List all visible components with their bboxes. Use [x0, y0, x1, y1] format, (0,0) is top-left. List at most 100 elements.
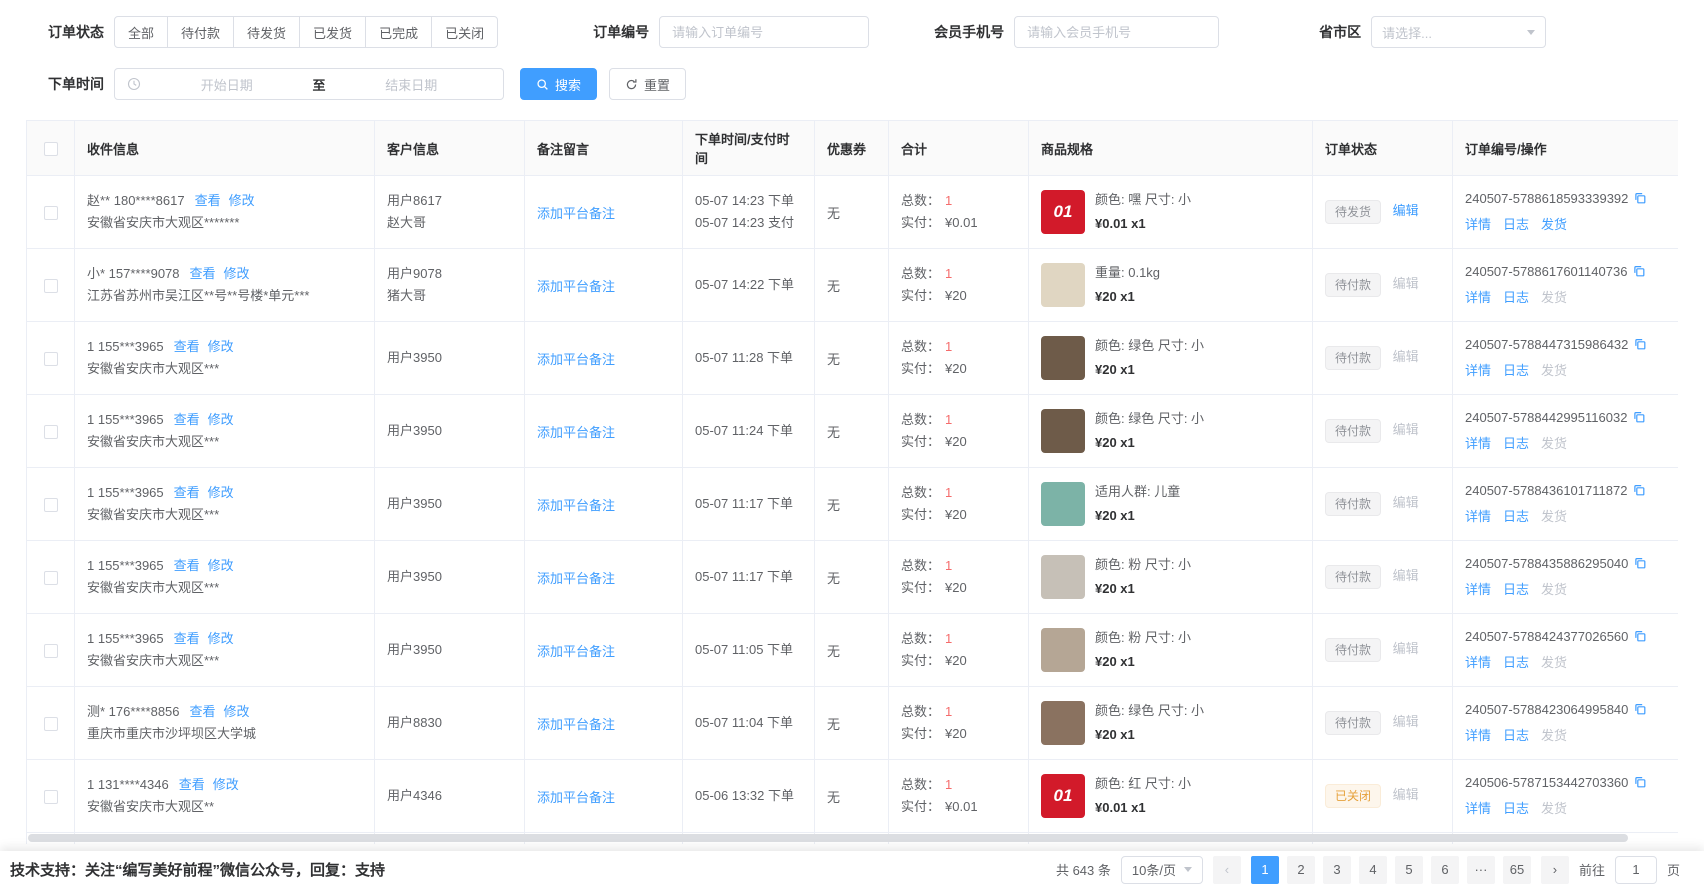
row-checkbox[interactable]	[44, 790, 58, 804]
row-checkbox[interactable]	[44, 279, 58, 293]
copy-icon[interactable]	[1633, 628, 1647, 650]
goto-page-input[interactable]	[1615, 856, 1657, 884]
modify-recipient-link[interactable]: 修改	[208, 485, 234, 500]
row-checkbox[interactable]	[44, 644, 58, 658]
row-checkbox[interactable]	[44, 571, 58, 585]
order-detail-link[interactable]: 详情	[1465, 363, 1491, 378]
copy-icon[interactable]	[1633, 190, 1647, 212]
page-button-1[interactable]: 1	[1251, 856, 1279, 884]
status-filter-button-3[interactable]: 已发货	[299, 16, 366, 48]
modify-recipient-link[interactable]: 修改	[208, 412, 234, 427]
page-button-5[interactable]: 5	[1395, 856, 1423, 884]
modify-recipient-link[interactable]: 修改	[208, 631, 234, 646]
order-detail-link[interactable]: 详情	[1465, 436, 1491, 451]
edit-order-link[interactable]: 编辑	[1393, 276, 1419, 291]
add-platform-note-link[interactable]: 添加平台备注	[537, 498, 615, 513]
edit-order-link[interactable]: 编辑	[1393, 714, 1419, 729]
order-detail-link[interactable]: 详情	[1465, 655, 1491, 670]
status-filter-button-0[interactable]: 全部	[114, 16, 168, 48]
order-log-link[interactable]: 日志	[1503, 363, 1529, 378]
row-checkbox[interactable]	[44, 425, 58, 439]
add-platform-note-link[interactable]: 添加平台备注	[537, 425, 615, 440]
view-recipient-link[interactable]: 查看	[174, 412, 200, 427]
add-platform-note-link[interactable]: 添加平台备注	[537, 571, 615, 586]
order-detail-link[interactable]: 详情	[1465, 728, 1491, 743]
modify-recipient-link[interactable]: 修改	[224, 704, 250, 719]
page-button-2[interactable]: 2	[1287, 856, 1315, 884]
ship-link[interactable]: 发货	[1541, 509, 1567, 524]
order-log-link[interactable]: 日志	[1503, 290, 1529, 305]
modify-recipient-link[interactable]: 修改	[213, 777, 239, 792]
order-log-link[interactable]: 日志	[1503, 217, 1529, 232]
order-detail-link[interactable]: 详情	[1465, 290, 1491, 305]
add-platform-note-link[interactable]: 添加平台备注	[537, 352, 615, 367]
edit-order-link[interactable]: 编辑	[1393, 422, 1419, 437]
ship-link[interactable]: 发货	[1541, 582, 1567, 597]
status-filter-button-2[interactable]: 待发货	[233, 16, 300, 48]
order-detail-link[interactable]: 详情	[1465, 801, 1491, 816]
add-platform-note-link[interactable]: 添加平台备注	[537, 279, 615, 294]
edit-order-link[interactable]: 编辑	[1393, 787, 1419, 802]
page-button-3[interactable]: 3	[1323, 856, 1351, 884]
status-filter-button-4[interactable]: 已完成	[365, 16, 432, 48]
search-button[interactable]: 搜索	[520, 68, 597, 100]
reset-button[interactable]: 重置	[609, 68, 686, 100]
modify-recipient-link[interactable]: 修改	[224, 266, 250, 281]
status-filter-button-1[interactable]: 待付款	[167, 16, 234, 48]
copy-icon[interactable]	[1633, 555, 1647, 577]
order-no-input[interactable]	[659, 16, 869, 48]
page-size-select[interactable]: 10条/页	[1121, 856, 1203, 884]
modify-recipient-link[interactable]: 修改	[208, 339, 234, 354]
view-recipient-link[interactable]: 查看	[174, 558, 200, 573]
prev-page-button[interactable]: ‹	[1213, 856, 1241, 884]
order-detail-link[interactable]: 详情	[1465, 217, 1491, 232]
page-button-6[interactable]: 6	[1431, 856, 1459, 884]
ship-link[interactable]: 发货	[1541, 363, 1567, 378]
select-all-checkbox[interactable]	[44, 142, 58, 156]
ship-link[interactable]: 发货	[1541, 290, 1567, 305]
view-recipient-link[interactable]: 查看	[190, 266, 216, 281]
modify-recipient-link[interactable]: 修改	[229, 193, 255, 208]
copy-icon[interactable]	[1633, 336, 1647, 358]
order-log-link[interactable]: 日志	[1503, 728, 1529, 743]
row-checkbox[interactable]	[44, 206, 58, 220]
order-log-link[interactable]: 日志	[1503, 801, 1529, 816]
ship-link[interactable]: 发货	[1541, 655, 1567, 670]
edit-order-link[interactable]: 编辑	[1393, 203, 1419, 218]
copy-icon[interactable]	[1632, 482, 1646, 504]
copy-icon[interactable]	[1632, 409, 1646, 431]
add-platform-note-link[interactable]: 添加平台备注	[537, 206, 615, 221]
order-log-link[interactable]: 日志	[1503, 655, 1529, 670]
next-page-button[interactable]: ›	[1541, 856, 1569, 884]
ship-link[interactable]: 发货	[1541, 728, 1567, 743]
order-detail-link[interactable]: 详情	[1465, 582, 1491, 597]
order-log-link[interactable]: 日志	[1503, 436, 1529, 451]
modify-recipient-link[interactable]: 修改	[208, 558, 234, 573]
copy-icon[interactable]	[1633, 701, 1647, 723]
ship-link[interactable]: 发货	[1541, 801, 1567, 816]
copy-icon[interactable]	[1632, 263, 1646, 285]
row-checkbox[interactable]	[44, 498, 58, 512]
more-pages-button[interactable]: ···	[1467, 856, 1495, 884]
view-recipient-link[interactable]: 查看	[174, 631, 200, 646]
region-select[interactable]: 请选择...	[1371, 16, 1546, 48]
edit-order-link[interactable]: 编辑	[1393, 349, 1419, 364]
row-checkbox[interactable]	[44, 717, 58, 731]
status-filter-button-5[interactable]: 已关闭	[431, 16, 498, 48]
order-log-link[interactable]: 日志	[1503, 582, 1529, 597]
page-button-4[interactable]: 4	[1359, 856, 1387, 884]
add-platform-note-link[interactable]: 添加平台备注	[537, 644, 615, 659]
add-platform-note-link[interactable]: 添加平台备注	[537, 790, 615, 805]
edit-order-link[interactable]: 编辑	[1393, 641, 1419, 656]
view-recipient-link[interactable]: 查看	[174, 485, 200, 500]
order-detail-link[interactable]: 详情	[1465, 509, 1491, 524]
edit-order-link[interactable]: 编辑	[1393, 495, 1419, 510]
view-recipient-link[interactable]: 查看	[174, 339, 200, 354]
view-recipient-link[interactable]: 查看	[190, 704, 216, 719]
copy-icon[interactable]	[1633, 774, 1647, 796]
view-recipient-link[interactable]: 查看	[179, 777, 205, 792]
ship-link[interactable]: 发货	[1541, 436, 1567, 451]
order-log-link[interactable]: 日志	[1503, 509, 1529, 524]
add-platform-note-link[interactable]: 添加平台备注	[537, 717, 615, 732]
view-recipient-link[interactable]: 查看	[195, 193, 221, 208]
